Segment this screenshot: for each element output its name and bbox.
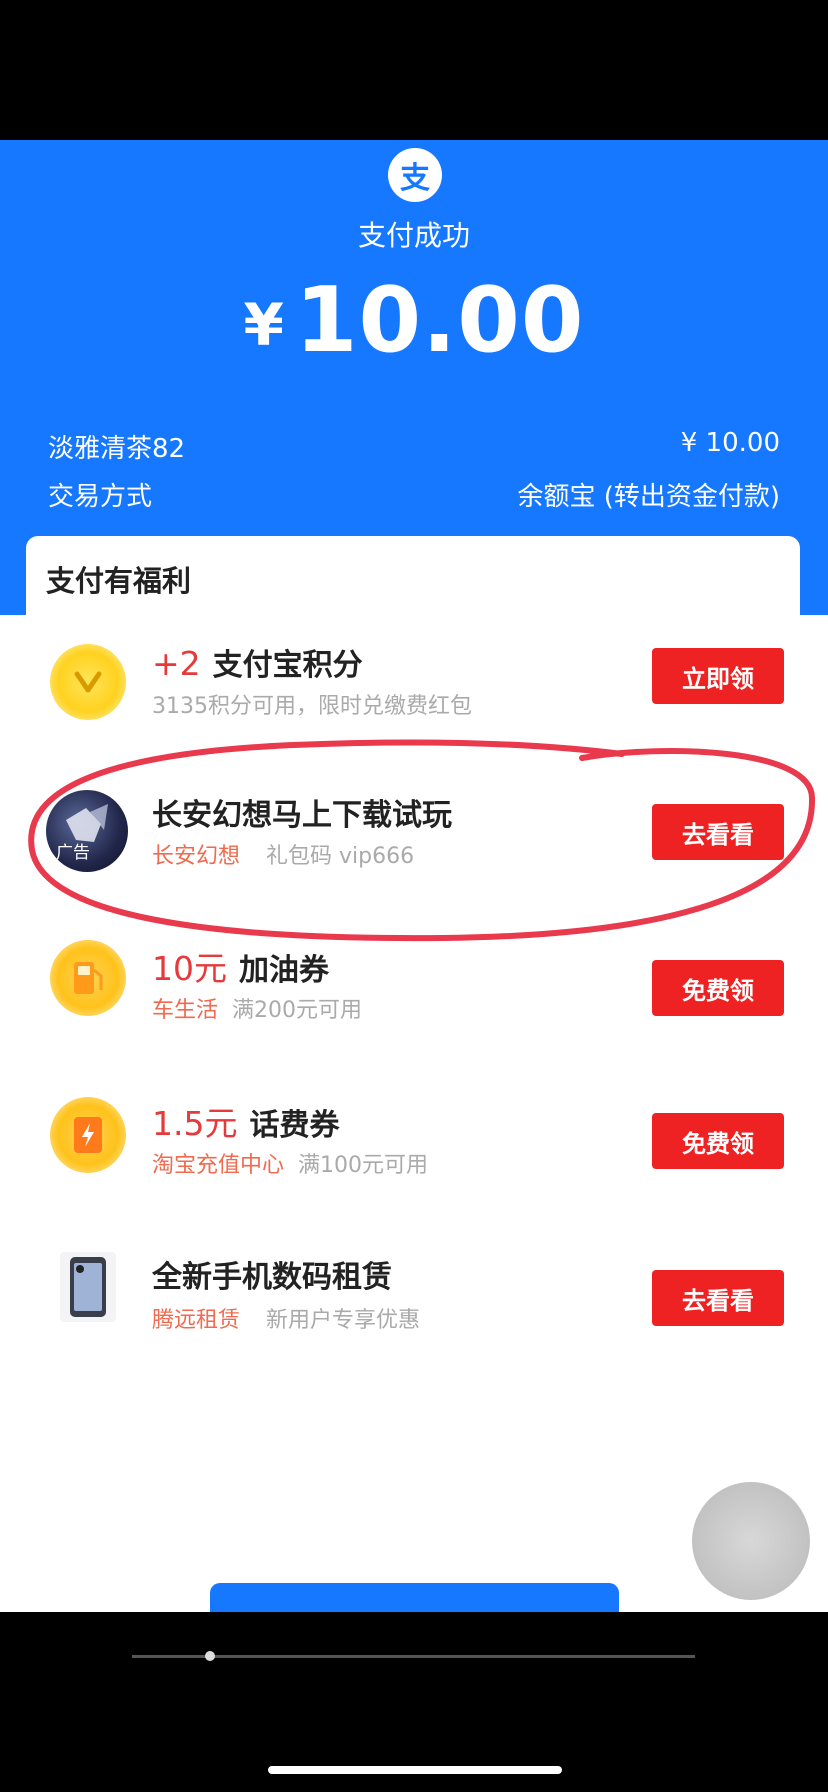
benefit-title: 全新手机数码租赁	[152, 1252, 392, 1296]
benefit-title-text: 加油券	[239, 953, 329, 988]
method-label: 交易方式	[48, 482, 153, 512]
benefit-subtitle: 淘宝充值中心 满100元可用	[152, 1147, 428, 1179]
claim-phone-coupon-button[interactable]: 免费领	[652, 1113, 784, 1169]
benefit-subtitle-text: 3135积分可用，限时兑缴费红包	[152, 694, 472, 719]
video-controls-area	[0, 1612, 828, 1792]
benefit-title-text: 支付宝积分	[212, 648, 363, 683]
benefit-title: 10元 加油券	[152, 942, 329, 990]
benefit-subtitle: 车生活 满200元可用	[152, 992, 362, 1024]
payment-amount: ¥10.00	[0, 268, 828, 373]
benefit-highlight: +2	[152, 644, 201, 683]
benefit-row-phone-bill: 1.5元 话费券 淘宝充值中心 满100元可用 免费领	[0, 1075, 828, 1205]
benefit-row-points: +2 支付宝积分 3135积分可用，限时兑缴费红包 立即领	[0, 618, 828, 748]
floating-assist-button[interactable]	[692, 1482, 810, 1600]
fuel-pump-icon	[50, 940, 126, 1016]
benefit-tag: 腾远租赁	[152, 1308, 241, 1333]
status-bar-area	[0, 0, 828, 140]
claim-points-button[interactable]: 立即领	[652, 648, 784, 704]
currency-symbol: ¥	[243, 291, 285, 359]
benefit-title-text: 话费券	[249, 1108, 340, 1143]
benefit-subtitle-text: 新用户专享优惠	[266, 1308, 421, 1333]
merchant-amount: ¥ 10.00	[680, 428, 780, 458]
benefit-subtitle: 腾远租赁 新用户专享优惠	[152, 1302, 420, 1334]
benefit-subtitle-text: 满200元可用	[232, 998, 363, 1023]
video-progress-handle[interactable]	[205, 1651, 215, 1661]
method-value: 余额宝 (转出资金付款)	[517, 482, 780, 512]
benefit-row-phone-rental: 全新手机数码租赁 腾远租赁 新用户专享优惠 去看看	[0, 1230, 828, 1360]
view-rental-button[interactable]: 去看看	[652, 1270, 784, 1326]
bottom-action-button[interactable]	[210, 1583, 619, 1613]
benefit-highlight: 10元	[152, 949, 227, 988]
benefit-highlight: 1.5元	[152, 1104, 238, 1143]
benefit-title: 1.5元 话费券	[152, 1097, 339, 1145]
phone-device-icon	[60, 1252, 116, 1322]
method-row: 交易方式 余额宝 (转出资金付款)	[48, 476, 780, 513]
alipay-logo-icon: 支	[388, 148, 442, 202]
payment-status: 支付成功	[357, 219, 470, 252]
claim-fuel-coupon-button[interactable]: 免费领	[652, 960, 784, 1016]
merchant-row: 淡雅清茶82 ¥ 10.00	[48, 428, 780, 465]
benefit-title: +2 支付宝积分	[152, 640, 363, 684]
video-progress-track[interactable]	[132, 1655, 695, 1658]
points-coin-icon	[50, 644, 126, 720]
amount-value: 10.00	[294, 268, 585, 373]
benefit-tag: 车生活	[152, 998, 219, 1023]
benefit-title-text: 全新手机数码租赁	[152, 1260, 392, 1295]
benefits-title: 支付有福利	[46, 564, 192, 598]
annotation-circle	[28, 739, 816, 942]
phone-bill-icon	[50, 1097, 126, 1173]
benefit-tag: 淘宝充值中心	[152, 1153, 285, 1178]
benefit-subtitle-text: 满100元可用	[298, 1153, 429, 1178]
home-indicator[interactable]	[268, 1766, 562, 1774]
merchant-name: 淡雅清茶82	[48, 434, 186, 464]
benefit-subtitle: 3135积分可用，限时兑缴费红包	[152, 688, 472, 720]
